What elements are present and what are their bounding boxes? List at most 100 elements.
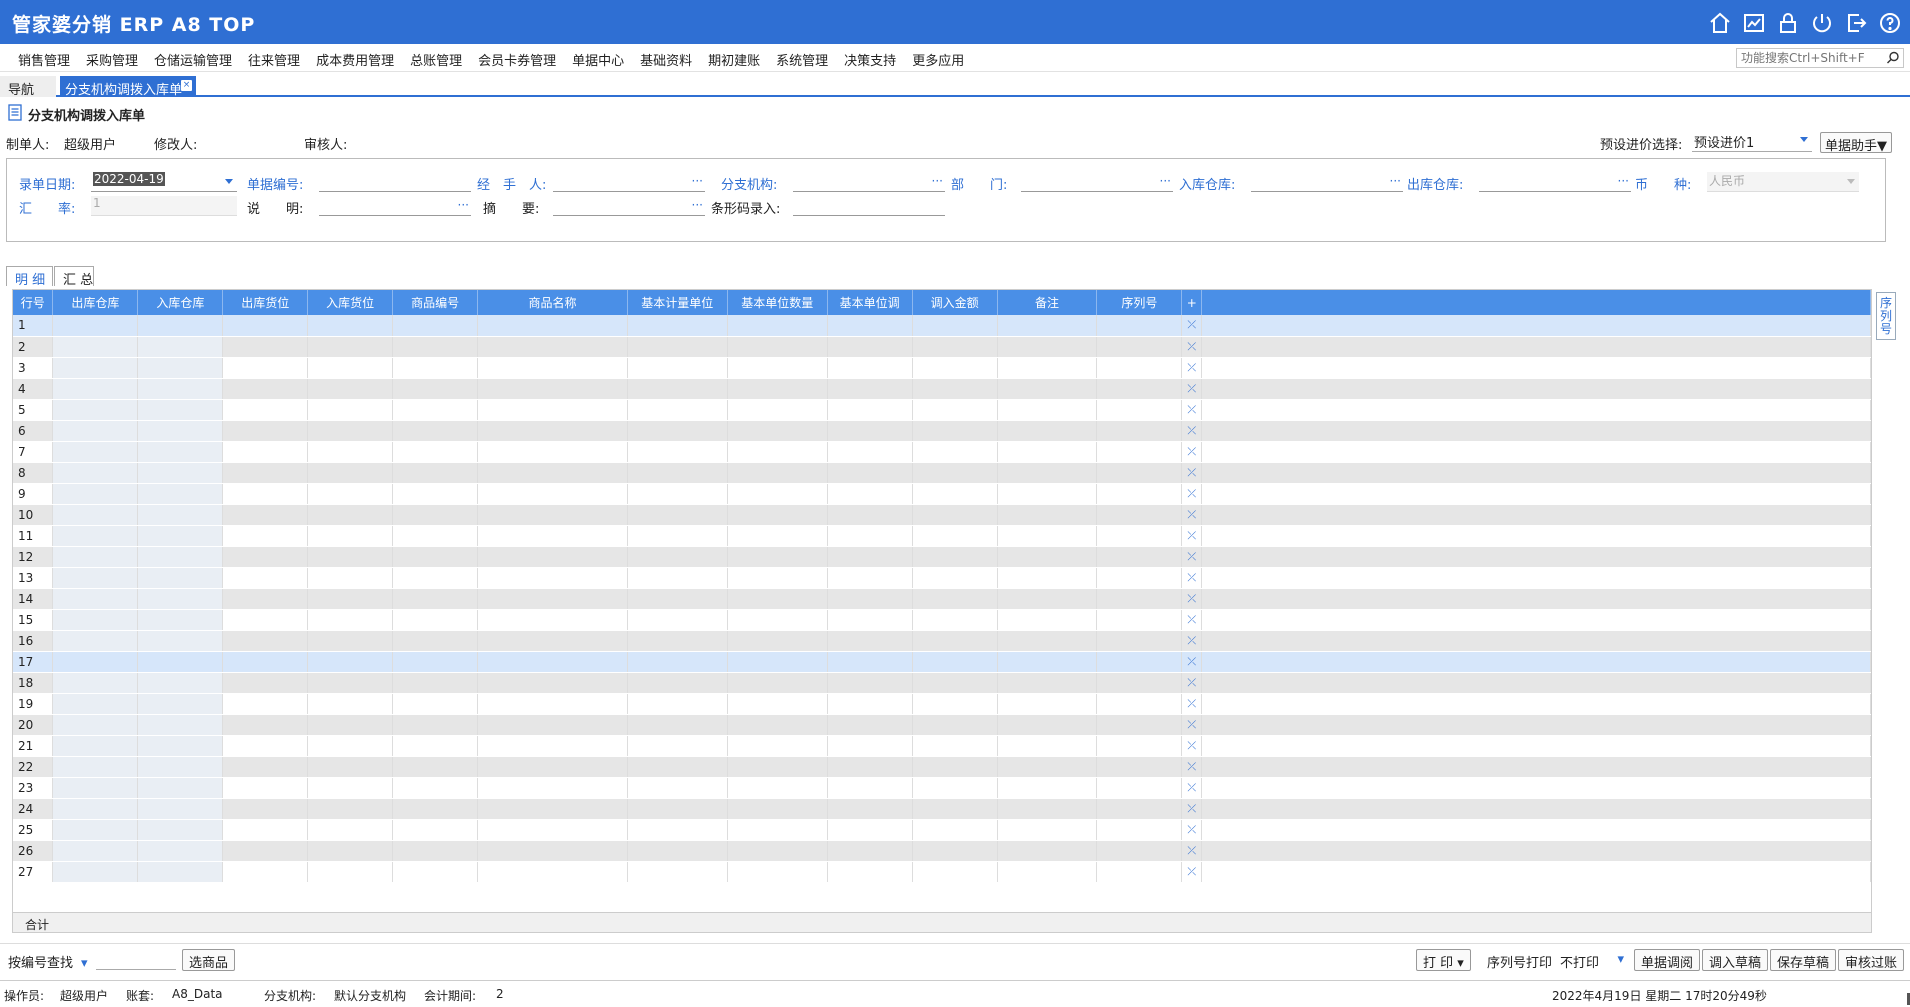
delete-row-icon[interactable]: ⤫ — [1181, 420, 1203, 442]
table-row[interactable]: 9 ⤫ — [13, 483, 1871, 505]
table-cell[interactable] — [52, 609, 139, 631]
delete-row-icon[interactable]: ⤫ — [1181, 798, 1203, 820]
delete-row-icon[interactable]: ⤫ — [1181, 630, 1203, 652]
table-cell[interactable] — [222, 777, 309, 799]
table-cell[interactable] — [912, 525, 998, 547]
table-cell[interactable] — [997, 525, 1098, 547]
table-cell[interactable] — [477, 777, 628, 799]
table-cell[interactable] — [727, 567, 828, 589]
table-cell[interactable] — [627, 714, 728, 736]
table-cell[interactable] — [727, 798, 828, 820]
table-cell[interactable] — [137, 420, 224, 442]
table-cell[interactable] — [997, 756, 1098, 778]
table-cell[interactable] — [477, 546, 628, 568]
delete-row-icon[interactable]: ⤫ — [1181, 399, 1203, 421]
table-cell[interactable] — [1096, 756, 1183, 778]
table-cell[interactable] — [627, 336, 728, 358]
menu-item[interactable]: 基础资料 — [632, 50, 700, 69]
table-row[interactable]: 3 ⤫ — [13, 357, 1871, 379]
delete-row-icon[interactable]: ⤫ — [1181, 315, 1203, 337]
table-cell[interactable] — [137, 840, 224, 862]
table-cell[interactable] — [137, 819, 224, 841]
table-cell[interactable] — [137, 378, 224, 400]
table-cell[interactable] — [627, 861, 728, 883]
barcode-field[interactable] — [793, 196, 945, 216]
table-cell[interactable] — [477, 336, 628, 358]
table-cell[interactable] — [52, 483, 139, 505]
table-cell[interactable] — [52, 315, 139, 337]
table-cell[interactable] — [997, 861, 1098, 883]
table-cell[interactable] — [137, 609, 224, 631]
delete-row-icon[interactable]: ⤫ — [1181, 588, 1203, 610]
table-cell[interactable] — [627, 378, 728, 400]
table-cell[interactable] — [627, 357, 728, 379]
table-cell[interactable] — [307, 441, 394, 463]
table-cell[interactable] — [137, 651, 224, 673]
table-cell[interactable] — [727, 441, 828, 463]
table-cell[interactable] — [477, 756, 628, 778]
table-cell[interactable] — [912, 630, 998, 652]
delete-row-icon[interactable]: ⤫ — [1181, 693, 1203, 715]
chart-icon[interactable] — [1742, 11, 1766, 35]
table-cell[interactable] — [827, 672, 913, 694]
table-cell[interactable] — [827, 462, 913, 484]
menu-item[interactable]: 仓储运输管理 — [146, 50, 240, 69]
table-cell[interactable] — [627, 546, 728, 568]
table-cell[interactable] — [997, 378, 1098, 400]
table-cell[interactable] — [477, 609, 628, 631]
table-cell[interactable] — [222, 483, 309, 505]
table-row[interactable]: 16 ⤫ — [13, 630, 1871, 652]
table-cell[interactable] — [392, 378, 479, 400]
table-cell[interactable] — [627, 798, 728, 820]
table-cell[interactable] — [392, 315, 479, 337]
table-cell[interactable] — [827, 546, 913, 568]
table-cell[interactable] — [307, 420, 394, 442]
table-cell[interactable] — [137, 861, 224, 883]
table-cell[interactable] — [137, 399, 224, 421]
table-cell[interactable] — [307, 777, 394, 799]
table-cell[interactable] — [997, 777, 1098, 799]
table-cell[interactable] — [52, 798, 139, 820]
note-field[interactable]: ··· — [319, 196, 471, 216]
table-cell[interactable] — [627, 567, 728, 589]
table-cell[interactable] — [997, 441, 1098, 463]
handler-field[interactable]: ··· — [553, 172, 705, 192]
table-cell[interactable] — [222, 756, 309, 778]
ellipsis-icon[interactable]: ··· — [932, 174, 943, 188]
table-cell[interactable] — [827, 483, 913, 505]
table-cell[interactable] — [392, 819, 479, 841]
table-cell[interactable] — [137, 588, 224, 610]
tab-detail[interactable]: 明 细 — [6, 266, 53, 288]
table-cell[interactable] — [727, 651, 828, 673]
table-cell[interactable] — [52, 504, 139, 526]
table-cell[interactable] — [392, 693, 479, 715]
table-row[interactable]: 23 ⤫ — [13, 777, 1871, 799]
table-cell[interactable] — [222, 735, 309, 757]
table-cell[interactable] — [627, 420, 728, 442]
table-cell[interactable] — [392, 504, 479, 526]
table-cell[interactable] — [137, 756, 224, 778]
table-cell[interactable] — [222, 336, 309, 358]
table-row[interactable]: 25 ⤫ — [13, 819, 1871, 841]
table-cell[interactable] — [997, 567, 1098, 589]
table-cell[interactable] — [52, 840, 139, 862]
ellipsis-icon[interactable]: ··· — [692, 174, 703, 188]
table-cell[interactable] — [1096, 798, 1183, 820]
table-cell[interactable] — [477, 693, 628, 715]
function-search-input[interactable] — [1737, 49, 1883, 67]
table-cell[interactable] — [392, 483, 479, 505]
table-cell[interactable] — [137, 672, 224, 694]
table-cell[interactable] — [627, 441, 728, 463]
function-search[interactable] — [1736, 48, 1904, 68]
print-button[interactable]: 打 印 ▾ — [1416, 949, 1471, 971]
table-row[interactable]: 4 ⤫ — [13, 378, 1871, 400]
menu-item[interactable]: 会员卡券管理 — [470, 50, 564, 69]
table-cell[interactable] — [307, 672, 394, 694]
table-cell[interactable] — [392, 441, 479, 463]
table-cell[interactable] — [1096, 840, 1183, 862]
table-cell[interactable] — [222, 399, 309, 421]
table-cell[interactable] — [307, 609, 394, 631]
doc-no-field[interactable] — [319, 172, 471, 192]
table-cell[interactable] — [912, 840, 998, 862]
table-cell[interactable] — [912, 651, 998, 673]
